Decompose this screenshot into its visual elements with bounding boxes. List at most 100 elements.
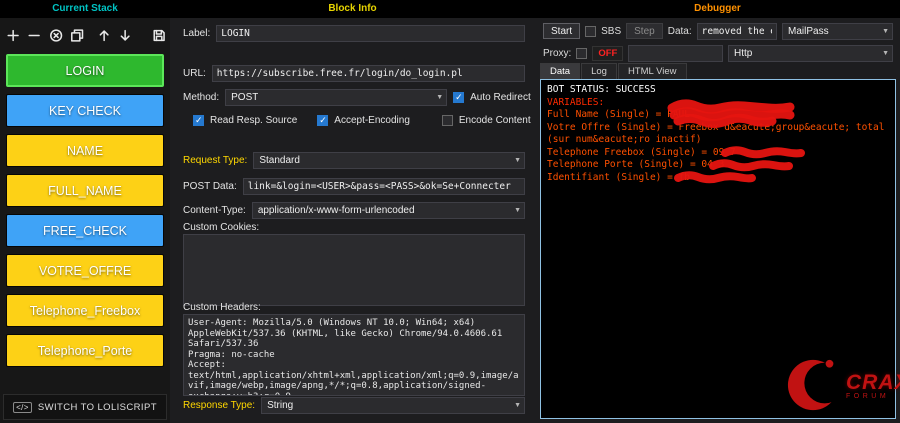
tab-html-view[interactable]: HTML View (618, 63, 687, 79)
log-variable-line: Full Name (Single) = PAUL (547, 109, 889, 122)
log-variable-line: Votre Offre (Single) = Freebox d&eacute;… (547, 122, 889, 135)
label-field-row: Label: (183, 24, 525, 42)
content-type-dropdown[interactable]: application/x-www-form-urlencoded (252, 202, 525, 219)
block-label: KEY CHECK (49, 104, 121, 118)
stack-panel-title: Current Stack (0, 3, 170, 14)
encode-content-checkbox[interactable] (442, 115, 453, 126)
remove-block-icon[interactable] (27, 28, 41, 43)
request-type-row: Request Type: Standard (183, 151, 525, 169)
post-data-row: POST Data: (183, 177, 525, 195)
request-type-value: Standard (259, 155, 300, 166)
block-info-panel-title: Block Info (170, 3, 535, 14)
proxy-toggle[interactable]: OFF (592, 46, 623, 61)
block-info-panel: Label: URL: Method: POST Auto Redirect R… (170, 18, 535, 423)
proxy-type-dropdown[interactable]: Http (728, 45, 893, 62)
dropdown-arrow-icon (514, 154, 521, 165)
request-type-caption: Request Type: (183, 155, 247, 166)
response-options-row: Read Resp. Source Accept-Encoding Encode… (183, 111, 525, 129)
log-variable-line: Identifiant (Single) = fb (547, 172, 889, 185)
response-type-dropdown[interactable]: String (261, 397, 525, 414)
stack-panel: LOGIN KEY CHECK NAME FULL_NAME FREE_CHEC… (0, 18, 170, 423)
response-type-caption: Response Type: (183, 400, 255, 411)
post-data-input[interactable] (243, 178, 525, 195)
tab-data[interactable]: Data (540, 63, 580, 79)
proxy-input[interactable] (628, 45, 723, 62)
method-value: POST (231, 92, 258, 103)
block-label: NAME (67, 144, 103, 158)
stack-block-key-check[interactable]: KEY CHECK (6, 94, 164, 127)
sbs-checkbox[interactable] (585, 26, 596, 37)
encode-content-label: Encode Content (459, 115, 531, 126)
read-resp-source-label: Read Resp. Source (210, 115, 297, 126)
accept-encoding-checkbox[interactable] (317, 115, 328, 126)
switch-to-loliscript-button[interactable]: </> SWITCH TO LOLISCRIPT (3, 394, 167, 420)
read-resp-source-checkbox[interactable] (193, 115, 204, 126)
stack-toolbar (6, 22, 166, 48)
tab-label: Log (591, 66, 607, 77)
tab-label: HTML View (628, 66, 677, 77)
debugger-panel-title: Debugger (535, 3, 900, 14)
block-label: FULL_NAME (48, 184, 122, 198)
block-stack-list: LOGIN KEY CHECK NAME FULL_NAME FREE_CHEC… (6, 54, 164, 374)
move-up-icon[interactable] (97, 28, 111, 43)
label-input[interactable] (216, 25, 525, 42)
content-type-row: Content-Type: application/x-www-form-url… (183, 201, 525, 219)
code-icon: </> (13, 402, 32, 413)
method-dropdown[interactable]: POST (225, 89, 447, 106)
dropdown-arrow-icon (882, 25, 889, 36)
stack-block-full-name[interactable]: FULL_NAME (6, 174, 164, 207)
custom-cookies-caption: Custom Cookies: (183, 222, 259, 233)
stack-block-votre-offre[interactable]: VOTRE_OFFRE (6, 254, 164, 287)
stack-block-telephone-freebox[interactable]: Telephone_Freebox (6, 294, 164, 327)
proxy-checkbox[interactable] (576, 48, 587, 59)
dropdown-arrow-icon (436, 91, 443, 102)
log-variable-line: Telephone Freebox (Single) = 09 7 (547, 147, 889, 160)
url-caption: URL: (183, 68, 206, 79)
method-caption: Method: (183, 92, 219, 103)
auto-redirect-checkbox[interactable] (453, 92, 464, 103)
debugger-log: BOT STATUS: SUCCESS VARIABLES: Full Name… (540, 79, 896, 419)
add-block-icon[interactable] (6, 28, 20, 43)
sbs-label: SBS (601, 26, 621, 37)
window-header: Current Stack Block Info Debugger (0, 0, 900, 18)
custom-headers-textarea[interactable]: User-Agent: Mozilla/5.0 (Windows NT 10.0… (183, 314, 525, 396)
save-config-icon[interactable] (152, 28, 166, 43)
auto-redirect-label: Auto Redirect (470, 92, 531, 103)
bot-status-line: BOT STATUS: SUCCESS (547, 84, 889, 97)
clone-block-icon[interactable] (70, 28, 84, 43)
debugger-tabs: Data Log HTML View (540, 63, 687, 79)
content-type-caption: Content-Type: (183, 205, 246, 216)
proxy-label: Proxy: (543, 48, 571, 59)
step-button[interactable]: Step (626, 23, 663, 39)
stack-block-login[interactable]: LOGIN (6, 54, 164, 87)
method-row: Method: POST Auto Redirect (183, 88, 525, 106)
move-down-icon[interactable] (118, 28, 132, 43)
custom-cookies-textarea[interactable] (183, 234, 525, 306)
request-type-dropdown[interactable]: Standard (253, 152, 525, 169)
url-input[interactable] (212, 65, 525, 82)
start-button[interactable]: Start (543, 23, 580, 39)
custom-headers-caption: Custom Headers: (183, 302, 261, 313)
dropdown-arrow-icon (882, 47, 889, 58)
dropdown-arrow-icon (514, 399, 521, 410)
proxy-type-value: Http (734, 48, 752, 59)
post-data-caption: POST Data: (183, 181, 237, 192)
switch-loliscript-label: SWITCH TO LOLISCRIPT (38, 402, 157, 413)
clear-stack-icon[interactable] (49, 28, 63, 43)
block-label: Telephone_Porte (38, 344, 133, 358)
wordlist-type-value: MailPass (788, 26, 829, 37)
data-input[interactable] (697, 23, 777, 40)
response-type-row: Response Type: String (183, 396, 525, 414)
content-type-value: application/x-www-form-urlencoded (258, 205, 415, 216)
block-label: FREE_CHECK (43, 224, 127, 238)
stack-block-telephone-porte[interactable]: Telephone_Porte (6, 334, 164, 367)
accept-encoding-label: Accept-Encoding (334, 115, 410, 126)
stack-block-name[interactable]: NAME (6, 134, 164, 167)
variables-header: VARIABLES: (547, 97, 889, 110)
debugger-controls-row: Start SBS Step Data: MailPass (543, 22, 893, 40)
tab-log[interactable]: Log (581, 63, 617, 79)
data-label: Data: (668, 26, 692, 37)
proxy-row: Proxy: OFF Http (543, 44, 893, 62)
wordlist-type-dropdown[interactable]: MailPass (782, 23, 893, 40)
stack-block-free-check[interactable]: FREE_CHECK (6, 214, 164, 247)
